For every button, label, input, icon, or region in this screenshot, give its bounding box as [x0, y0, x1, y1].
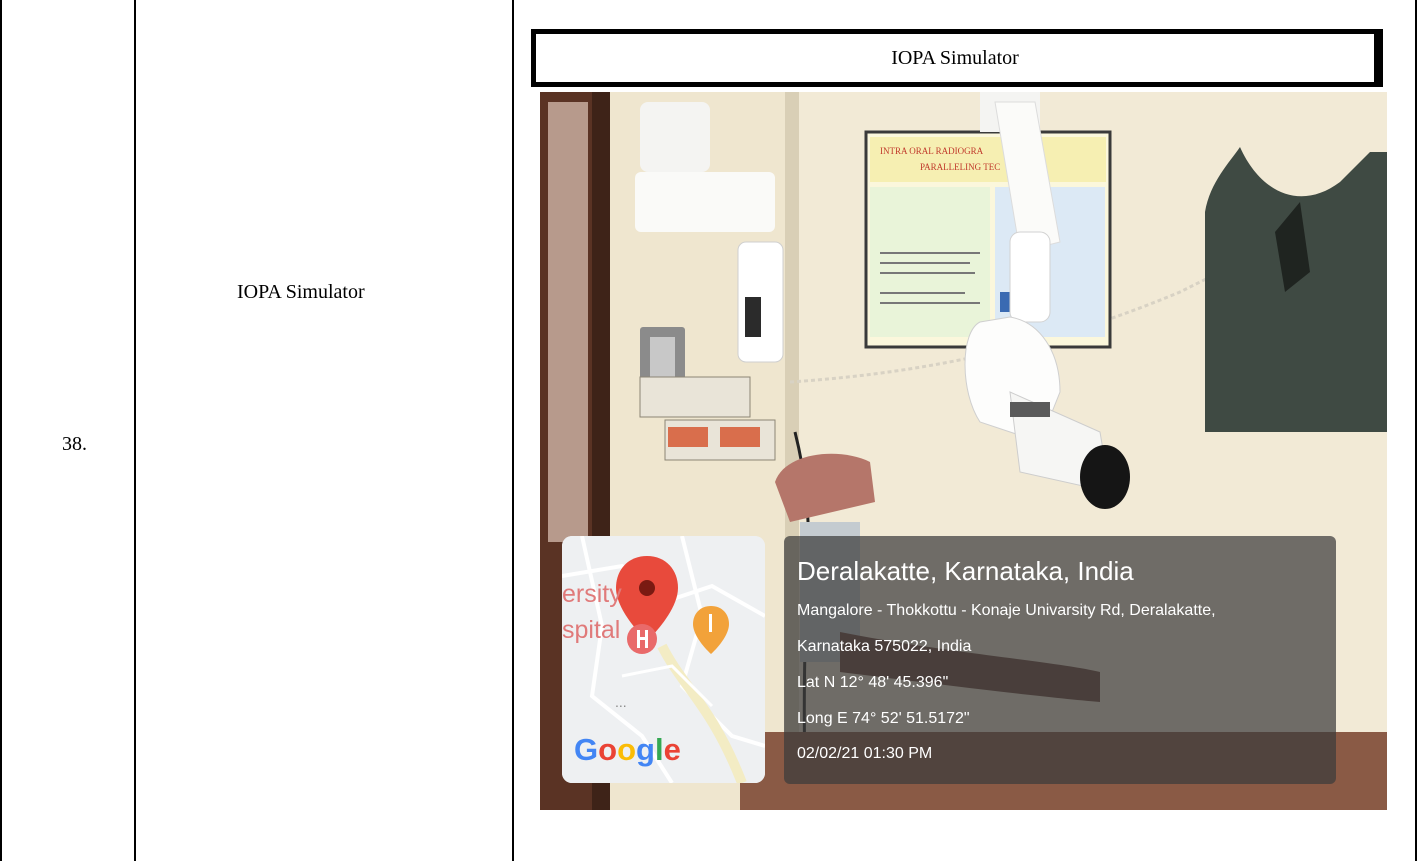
- google-logo-e: e: [663, 732, 681, 767]
- location-address-1: Mangalore - Thokkottu - Konaje Univarsit…: [797, 602, 1216, 619]
- google-logo-l: l: [654, 732, 664, 767]
- location-longitude: Long E 74° 52' 51.5172": [797, 710, 970, 727]
- location-latitude: Lat N 12° 48' 45.396": [797, 674, 949, 691]
- table-column-divider-2: [512, 0, 514, 861]
- map-ellipsis: ...: [615, 694, 627, 710]
- google-logo-o2: o: [617, 732, 636, 767]
- map-label-2: spital: [562, 616, 621, 644]
- location-title: Deralakatte, Karnataka, India: [797, 556, 1134, 586]
- location-timestamp: 02/02/21 01:30 PM: [797, 745, 933, 762]
- location-stamp: Deralakatte, Karnataka, India Mangalore …: [784, 536, 1336, 784]
- equipment-photo: INTRA ORAL RADIOGRA PARALLELING TEC ersi…: [540, 92, 1387, 810]
- figure-caption-text: IOPA Simulator: [891, 46, 1019, 69]
- row-number: 38.: [62, 433, 87, 455]
- google-logo-g: G: [574, 732, 599, 767]
- map-label-1: ersity: [562, 580, 622, 608]
- table-column-divider-1: [134, 0, 136, 861]
- map-thumbnail: ersity spital ... Google: [562, 536, 765, 783]
- location-address-2: Karnataka 575022, India: [797, 638, 972, 655]
- row-equipment-name: IOPA Simulator: [237, 281, 365, 303]
- google-logo: Google: [574, 732, 681, 768]
- google-logo-g2: g: [636, 732, 655, 767]
- figure-caption: IOPA Simulator: [531, 29, 1383, 87]
- poster-title-1: INTRA ORAL RADIOGRA: [880, 146, 984, 156]
- table-left-border: [0, 0, 2, 861]
- poster-title-2: PARALLELING TEC: [920, 162, 1000, 172]
- google-logo-o1: o: [598, 732, 618, 767]
